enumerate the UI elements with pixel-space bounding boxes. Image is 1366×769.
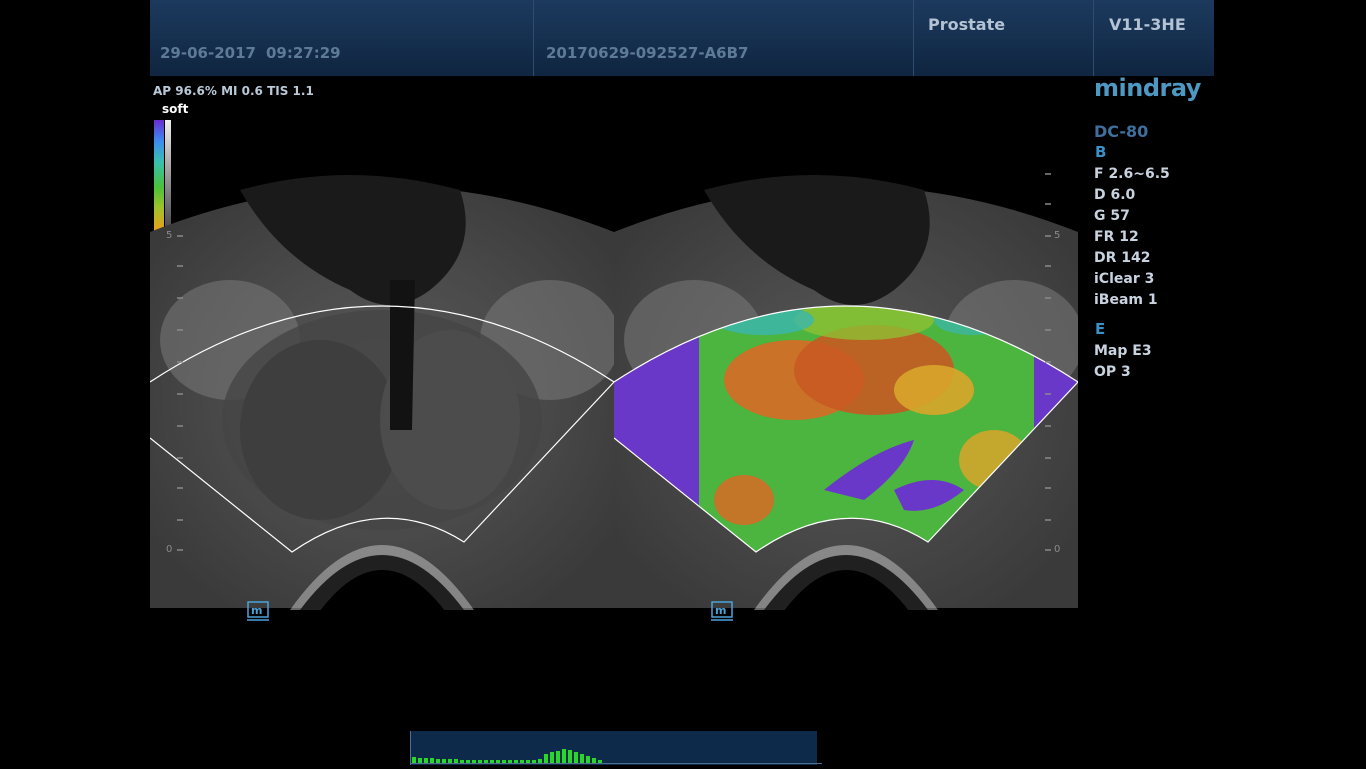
header-bar [150, 0, 1214, 76]
probe-name: V11-3HE [1109, 15, 1186, 34]
elasto-quality-strip [410, 731, 817, 765]
exam-time: 09:27:29 [266, 44, 341, 62]
device-model: DC-80 [1094, 122, 1149, 141]
elastography-image[interactable]: m 5 0 [614, 170, 1078, 625]
param-dynamic-range: DR 142 [1094, 250, 1151, 266]
svg-text:m: m [251, 604, 262, 617]
acoustic-output: AP 96.6% MI 0.6 TIS 1.1 [153, 84, 314, 98]
exam-type: Prostate [928, 15, 1006, 34]
header-divider [1093, 0, 1094, 76]
header-divider [913, 0, 914, 76]
strip-axis-vertical [410, 731, 411, 765]
depth-label-top: 5 [166, 230, 173, 241]
param-frame-rate: FR 12 [1094, 229, 1139, 245]
depth-label-bottom: 0 [1054, 544, 1061, 555]
mode-b-label: B [1095, 143, 1107, 161]
brand-logo: mindray [1094, 74, 1201, 102]
svg-text:m: m [715, 604, 726, 617]
strip-axis-horizontal [410, 763, 822, 764]
param-ibeam: iBeam 1 [1094, 292, 1158, 308]
exam-id: 20170629-092527-A6B7 [546, 44, 749, 62]
b-mode-image[interactable]: m 5 0 [150, 170, 614, 625]
param-op: OP 3 [1094, 364, 1131, 380]
mode-e-label: E [1095, 320, 1106, 338]
param-depth: D 6.0 [1094, 187, 1136, 203]
depth-label-top: 5 [1054, 230, 1061, 241]
colorbar-soft-label: soft [162, 102, 189, 116]
exam-date: 29-06-2017 [160, 44, 256, 62]
header-divider [533, 0, 534, 76]
depth-label-bottom: 0 [166, 544, 173, 555]
param-iclear: iClear 3 [1094, 271, 1155, 287]
param-gain: G 57 [1094, 208, 1130, 224]
param-frequency: F 2.6~6.5 [1094, 166, 1170, 182]
param-map: Map E3 [1094, 343, 1152, 359]
